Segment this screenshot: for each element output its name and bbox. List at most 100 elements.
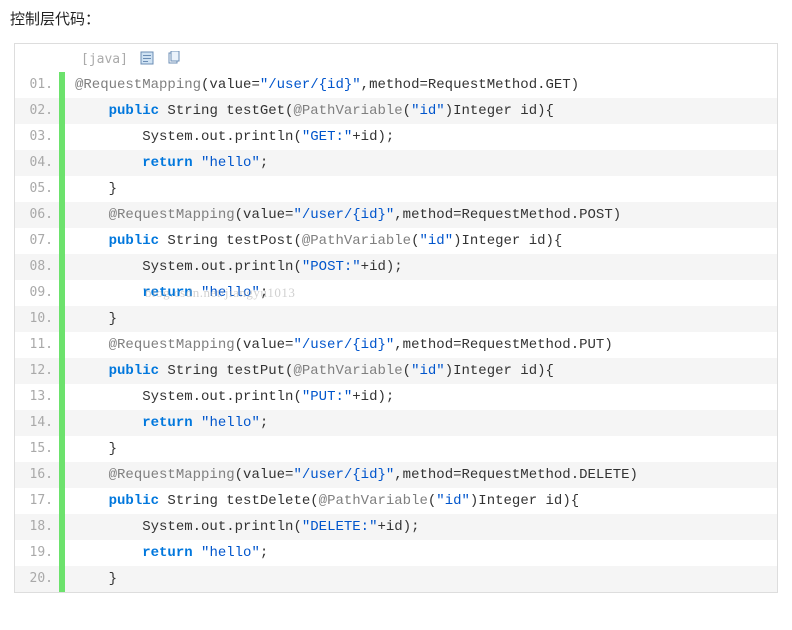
- code-token: [193, 415, 201, 431]
- code-token: (: [403, 363, 411, 379]
- code-body: 01.@RequestMapping(value="/user/{id}",me…: [15, 72, 777, 592]
- copy-icon[interactable]: [167, 51, 181, 65]
- code-line: @RequestMapping(value="/user/{id}",metho…: [65, 72, 777, 98]
- code-line: }: [65, 176, 777, 202]
- code-token: return: [142, 545, 192, 561]
- code-token: )Integer id){: [445, 363, 554, 379]
- line-number: 09.: [15, 280, 59, 306]
- code-token: System.out.println(: [142, 389, 302, 405]
- code-token: ,method=RequestMethod.GET): [361, 77, 579, 93]
- code-token: "/user/{id}": [293, 337, 394, 353]
- code-line: }: [65, 306, 777, 332]
- code-row: 07. public String testPost(@PathVariable…: [15, 228, 777, 254]
- code-token: String testGet(: [159, 103, 293, 119]
- code-token: @RequestMapping: [109, 467, 235, 483]
- code-token: "id": [411, 103, 445, 119]
- code-line: return "hello";: [65, 410, 777, 436]
- code-row: 03. System.out.println("GET:"+id);: [15, 124, 777, 150]
- code-row: 11. @RequestMapping(value="/user/{id}",m…: [15, 332, 777, 358]
- line-number: 02.: [15, 98, 59, 124]
- code-token: @PathVariable: [293, 103, 402, 119]
- view-plain-icon[interactable]: [140, 51, 154, 65]
- code-token: +id);: [352, 389, 394, 405]
- line-number: 11.: [15, 332, 59, 358]
- code-row: 12. public String testPut(@PathVariable(…: [15, 358, 777, 384]
- code-token: "hello": [201, 545, 260, 561]
- code-row: 06. @RequestMapping(value="/user/{id}",m…: [15, 202, 777, 228]
- code-line: public String testDelete(@PathVariable("…: [65, 488, 777, 514]
- code-token: String testDelete(: [159, 493, 319, 509]
- line-number: 17.: [15, 488, 59, 514]
- code-token: public: [109, 363, 159, 379]
- code-token: @RequestMapping: [109, 207, 235, 223]
- code-token: (: [403, 103, 411, 119]
- code-token: (value=: [235, 337, 294, 353]
- code-token: System.out.println(: [142, 259, 302, 275]
- line-number: 12.: [15, 358, 59, 384]
- code-token: "hello": [201, 285, 260, 301]
- code-token: [193, 545, 201, 561]
- code-line: return "hello";: [65, 540, 777, 566]
- code-token: "id": [436, 493, 470, 509]
- code-row: 13. System.out.println("PUT:"+id);: [15, 384, 777, 410]
- line-number: 20.: [15, 566, 59, 592]
- code-row: 14. return "hello";: [15, 410, 777, 436]
- code-line: @RequestMapping(value="/user/{id}",metho…: [65, 462, 777, 488]
- code-token: }: [109, 441, 117, 457]
- code-token: return: [142, 285, 192, 301]
- code-token: @PathVariable: [302, 233, 411, 249]
- code-row: 17. public String testDelete(@PathVariab…: [15, 488, 777, 514]
- code-line: System.out.println("POST:"+id);: [65, 254, 777, 280]
- code-token: }: [109, 181, 117, 197]
- code-token: "GET:": [302, 129, 352, 145]
- code-header: [java]: [15, 44, 777, 72]
- code-token: @RequestMapping: [109, 337, 235, 353]
- line-number: 15.: [15, 436, 59, 462]
- line-number: 16.: [15, 462, 59, 488]
- code-row: 09. return "hello";blog.csdn.net/jiangyu…: [15, 280, 777, 306]
- code-token: System.out.println(: [142, 519, 302, 535]
- code-row: 04. return "hello";: [15, 150, 777, 176]
- code-token: [193, 155, 201, 171]
- code-token: (value=: [201, 77, 260, 93]
- code-token: )Integer id){: [445, 103, 554, 119]
- code-line: System.out.println("DELETE:"+id);: [65, 514, 777, 540]
- code-row: 19. return "hello";: [15, 540, 777, 566]
- code-row: 02. public String testGet(@PathVariable(…: [15, 98, 777, 124]
- code-token: @PathVariable: [319, 493, 428, 509]
- code-token: String testPut(: [159, 363, 293, 379]
- code-line: public String testPut(@PathVariable("id"…: [65, 358, 777, 384]
- code-row: 01.@RequestMapping(value="/user/{id}",me…: [15, 72, 777, 98]
- line-number: 10.: [15, 306, 59, 332]
- line-number: 04.: [15, 150, 59, 176]
- code-line: return "hello";: [65, 150, 777, 176]
- code-line: return "hello";blog.csdn.net/jiangyu1013: [65, 280, 777, 306]
- code-token: ,method=RequestMethod.POST): [394, 207, 621, 223]
- code-token: ,method=RequestMethod.DELETE): [394, 467, 638, 483]
- code-token: ;: [260, 285, 268, 301]
- code-token: "hello": [201, 155, 260, 171]
- code-token: ;: [260, 545, 268, 561]
- code-token: return: [142, 415, 192, 431]
- code-token: "POST:": [302, 259, 361, 275]
- section-title: 控制层代码：: [0, 0, 792, 43]
- code-token: +id);: [361, 259, 403, 275]
- line-number: 14.: [15, 410, 59, 436]
- code-line: public String testPost(@PathVariable("id…: [65, 228, 777, 254]
- code-token: return: [142, 155, 192, 171]
- line-number: 07.: [15, 228, 59, 254]
- code-token: System.out.println(: [142, 129, 302, 145]
- code-row: 08. System.out.println("POST:"+id);: [15, 254, 777, 280]
- code-line: @RequestMapping(value="/user/{id}",metho…: [65, 332, 777, 358]
- code-token: )Integer id){: [470, 493, 579, 509]
- line-number: 01.: [15, 72, 59, 98]
- code-row: 18. System.out.println("DELETE:"+id);: [15, 514, 777, 540]
- line-number: 18.: [15, 514, 59, 540]
- code-line: public String testGet(@PathVariable("id"…: [65, 98, 777, 124]
- code-token: @RequestMapping: [75, 77, 201, 93]
- line-number: 05.: [15, 176, 59, 202]
- code-token: (value=: [235, 467, 294, 483]
- code-token: }: [109, 571, 117, 587]
- code-token: +id);: [352, 129, 394, 145]
- code-token: }: [109, 311, 117, 327]
